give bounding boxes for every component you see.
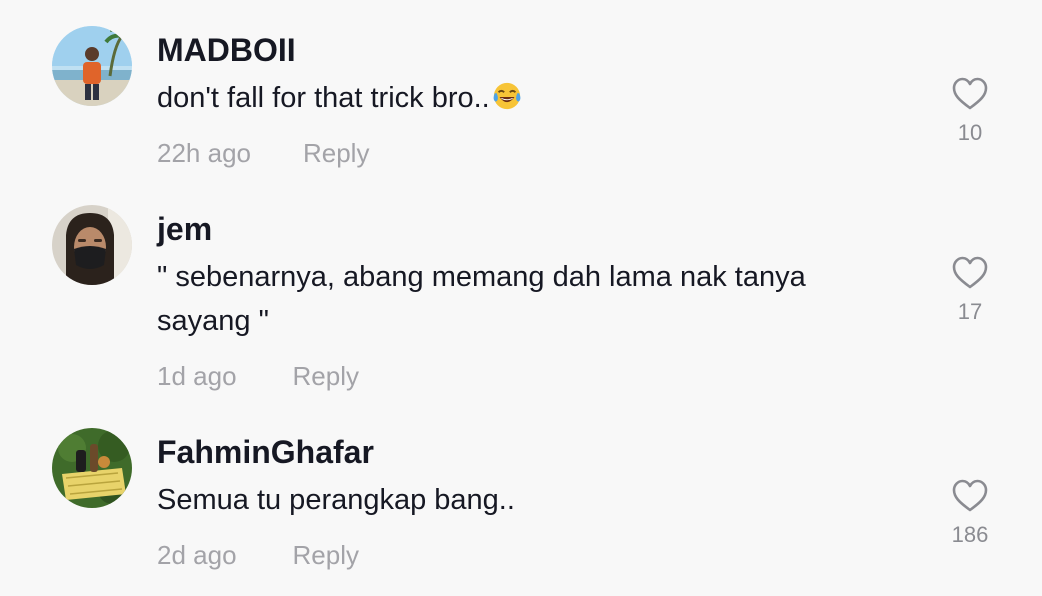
reply-button[interactable]: Reply	[293, 540, 359, 570]
like-count: 17	[957, 299, 983, 324]
like-button[interactable]: 17	[940, 255, 1000, 325]
like-button[interactable]: 186	[940, 478, 1000, 548]
comment-username[interactable]: FahminGhafar	[157, 434, 374, 470]
comment-text: " sebenarnya, abang memang dah lama nak …	[157, 261, 806, 337]
comment-timestamp: 22h ago	[157, 138, 251, 168]
face-with-tears-of-joy-icon	[493, 82, 521, 110]
avatar-image	[52, 428, 132, 508]
user-avatar[interactable]	[52, 205, 132, 285]
heart-outline-icon	[952, 479, 988, 512]
reply-button[interactable]: Reply	[293, 361, 359, 391]
comment-timestamp: 1d ago	[157, 361, 237, 391]
comment-meta: 22h ago Reply	[157, 138, 369, 168]
comment-item: MADBOII don't fall for that trick bro.. …	[0, 0, 1042, 190]
avatar-image	[52, 26, 132, 106]
user-avatar[interactable]	[52, 428, 132, 508]
comment-username[interactable]: jem	[157, 211, 212, 247]
heart-outline-icon	[952, 256, 988, 289]
heart-outline-icon	[952, 77, 988, 110]
comment-text-content: don't fall for that trick bro..	[157, 82, 490, 114]
comment-text: don't fall for that trick bro..	[157, 76, 897, 120]
comment-meta: 1d ago Reply	[157, 361, 359, 391]
like-count: 10	[957, 120, 983, 145]
comment-meta: 2d ago Reply	[157, 540, 359, 570]
user-avatar[interactable]	[52, 26, 132, 106]
like-button[interactable]: 10	[940, 76, 1000, 146]
reply-button[interactable]: Reply	[303, 138, 369, 168]
comment-timestamp: 2d ago	[157, 540, 237, 570]
comment-username[interactable]: MADBOII	[157, 32, 296, 68]
comment-text: Semua tu perangkap bang..	[157, 484, 515, 516]
avatar-image	[52, 205, 132, 285]
like-count: 186	[951, 522, 989, 547]
